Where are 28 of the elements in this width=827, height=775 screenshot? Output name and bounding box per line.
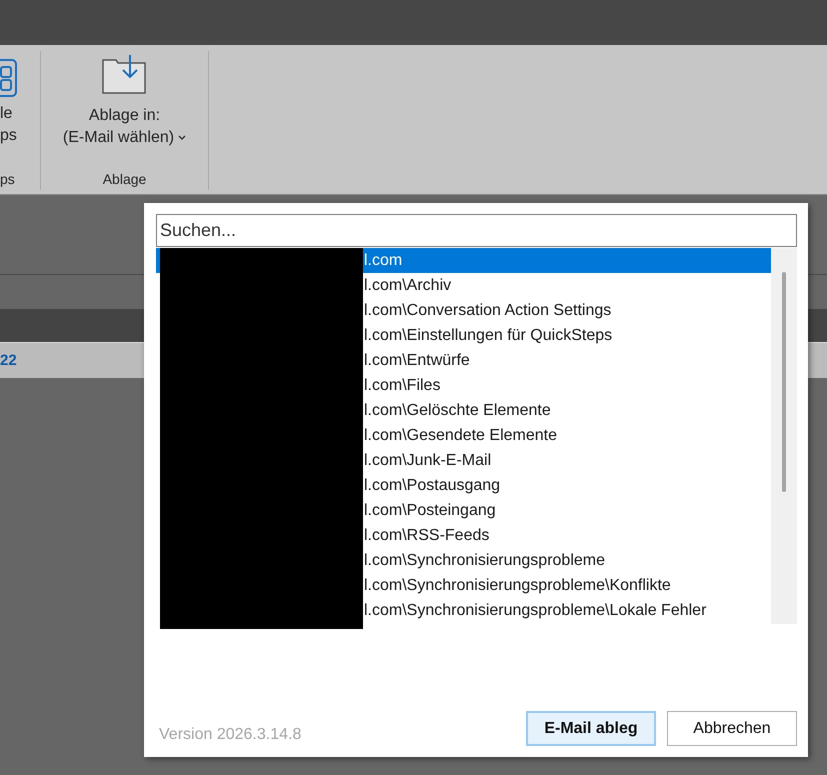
folder-item[interactable]: l.com\Posteingang	[156, 498, 771, 523]
grid-icon	[0, 59, 18, 97]
group-label: ps	[0, 170, 15, 188]
folder-item[interactable]: l.com\Postausgang	[156, 473, 771, 498]
folder-item[interactable]: l.com\Gesendete Elemente	[156, 423, 771, 448]
search-field[interactable]: Suchen...	[156, 214, 797, 247]
folder-item[interactable]: l.com\RSS-Feeds	[156, 523, 771, 548]
folder-item[interactable]: l.com\Synchronisierungsprobleme\Konflikte	[156, 573, 771, 598]
scrollbar-thumb[interactable]	[782, 272, 786, 492]
folder-item[interactable]: l.com\Archiv	[156, 273, 771, 298]
scrollbar[interactable]	[771, 248, 797, 624]
folder-item[interactable]: l.com\Files	[156, 373, 771, 398]
chevron-down-icon	[178, 135, 186, 141]
folder-item[interactable]: l.com\Entwürfe	[156, 348, 771, 373]
cancel-button[interactable]: Abbrechen	[667, 711, 797, 746]
file-button[interactable]: E-Mail ableg	[526, 711, 656, 746]
folder-item[interactable]: l.com\Conversation Action Settings	[156, 298, 771, 323]
folder-item[interactable]: l.com\Junk-E-Mail	[156, 448, 771, 473]
folder-item[interactable]: l.com\Einstellungen für QuickSteps	[156, 323, 771, 348]
folder-item[interactable]: l.com\Gelöschte Elemente	[156, 398, 771, 423]
folder-item[interactable]: l.com\Synchronisierungsprobleme\Lokale Fehler	[156, 598, 771, 623]
folder-item[interactable]: l.com\Synchronisierungsprobleme	[156, 548, 771, 573]
ribbon-button[interactable]: le ps	[0, 59, 18, 147]
ribbon-button[interactable]: Ablage in: (E-Mail wählen)	[62, 55, 186, 149]
version-text: Version 2026.3.14.8	[159, 726, 302, 744]
group-label: Ablage	[102, 170, 146, 188]
mail-row-text: 22	[0, 352, 17, 369]
folder-arrow-icon	[102, 55, 146, 95]
